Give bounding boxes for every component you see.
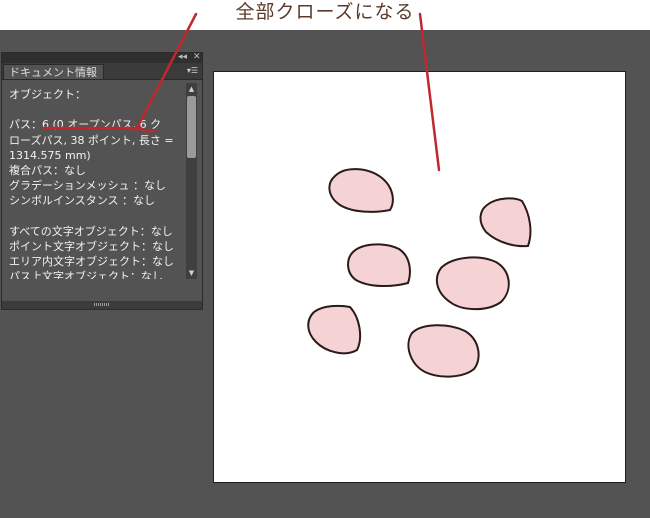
closed-path-shape[interactable] — [347, 243, 411, 287]
closed-path-shape[interactable] — [479, 197, 532, 248]
canvas-overlay — [42, 12, 532, 378]
annotation-underline — [42, 126, 157, 133]
closed-path-shape[interactable] — [328, 168, 394, 213]
closed-path-shape[interactable] — [307, 304, 362, 355]
annotation-pointer-right — [418, 12, 441, 172]
closed-path-shape[interactable] — [407, 324, 480, 378]
annotation-pointer-left — [134, 12, 198, 132]
closed-path-shape[interactable] — [435, 256, 510, 311]
